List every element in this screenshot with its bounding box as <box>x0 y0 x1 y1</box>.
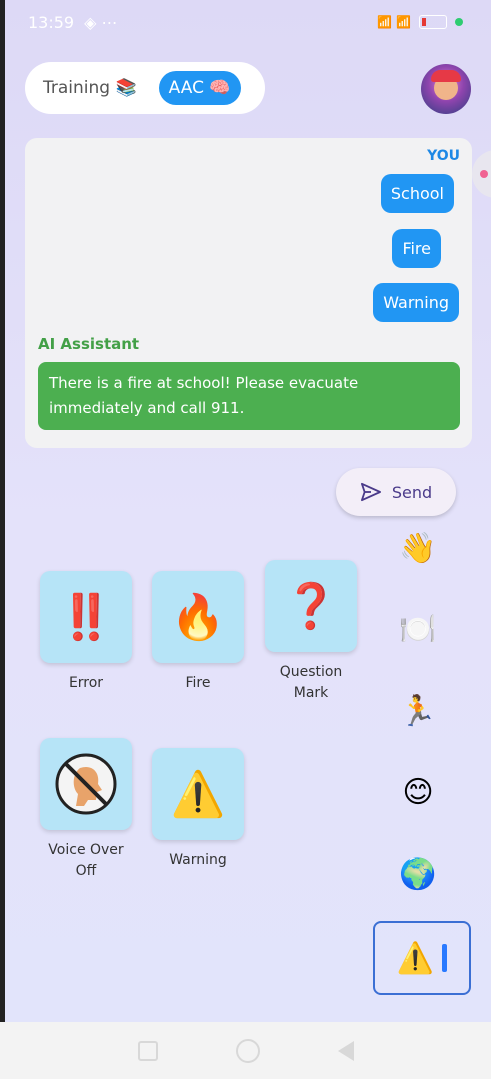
tile-label: Error <box>68 675 104 691</box>
user-message-fire: Fire <box>392 229 441 268</box>
status-notification-icons: ◈ ⋯ <box>84 12 118 32</box>
globe-icon[interactable]: 🌍 <box>398 857 438 892</box>
battery-icon <box>419 15 447 29</box>
tile-label: Warning <box>169 852 227 868</box>
privacy-indicator <box>455 18 463 26</box>
tile-voice-over-off[interactable]: Voice Over Off <box>40 738 132 882</box>
tile-question-mark[interactable]: ❓ Question Mark <box>265 560 357 704</box>
plate-icon[interactable]: 🍽️ <box>398 612 438 647</box>
you-label: YOU <box>427 148 460 164</box>
side-drawer-handle[interactable] <box>472 150 491 198</box>
tile-fire[interactable]: 🔥 Fire <box>152 571 244 694</box>
ai-assistant-label: AI Assistant <box>38 335 140 353</box>
warning-icon: ⚠️ <box>152 748 244 840</box>
home-button[interactable] <box>235 1038 260 1063</box>
voice-off-icon <box>40 738 132 830</box>
tile-label: Voice Over Off <box>48 842 124 879</box>
tile-error[interactable]: ‼️ Error <box>40 571 132 694</box>
send-icon <box>360 482 381 502</box>
double-exclamation-icon: ‼️ <box>40 571 132 663</box>
screen-edge <box>0 0 5 1022</box>
back-button[interactable] <box>337 1040 354 1061</box>
waving-hand-icon[interactable]: 👋 <box>398 531 438 566</box>
question-mark-icon: ❓ <box>265 560 357 652</box>
voice-off-graphic <box>55 753 117 815</box>
chat-panel: YOU School Fire Warning AI Assistant The… <box>25 138 472 448</box>
send-label: Send <box>391 482 433 502</box>
tile-warning[interactable]: ⚠️ Warning <box>152 748 244 871</box>
tile-label: Question Mark <box>279 664 343 701</box>
status-time: 13:59 <box>28 12 75 32</box>
tile-label: Fire <box>185 675 211 691</box>
selection-indicator <box>442 944 448 972</box>
aac-mode-button[interactable]: AAC 🧠 <box>158 71 241 105</box>
fire-icon: 🔥 <box>152 571 244 663</box>
running-icon[interactable]: 🏃 <box>398 694 438 729</box>
active-category-warning[interactable]: ⚠️ <box>373 921 471 995</box>
ai-message: There is a fire at school! Please evacua… <box>38 362 460 430</box>
warning-icon: ⚠️ <box>396 940 435 976</box>
signal-icon: 📶 📶 <box>377 15 411 29</box>
recent-apps-button[interactable] <box>137 1040 158 1061</box>
avatar[interactable] <box>421 64 471 114</box>
user-message-warning: Warning <box>373 283 459 322</box>
user-message-school: School <box>380 174 454 213</box>
smiley-icon[interactable]: 😊 <box>398 775 438 810</box>
mode-toggle: Training 📚 AAC 🧠 <box>25 62 265 114</box>
send-button[interactable]: Send <box>336 468 456 516</box>
status-bar: 13:59 ◈ ⋯ 📶 📶 <box>0 0 491 44</box>
training-mode-button[interactable]: Training 📚 <box>33 71 147 105</box>
system-nav-bar <box>0 1022 491 1079</box>
